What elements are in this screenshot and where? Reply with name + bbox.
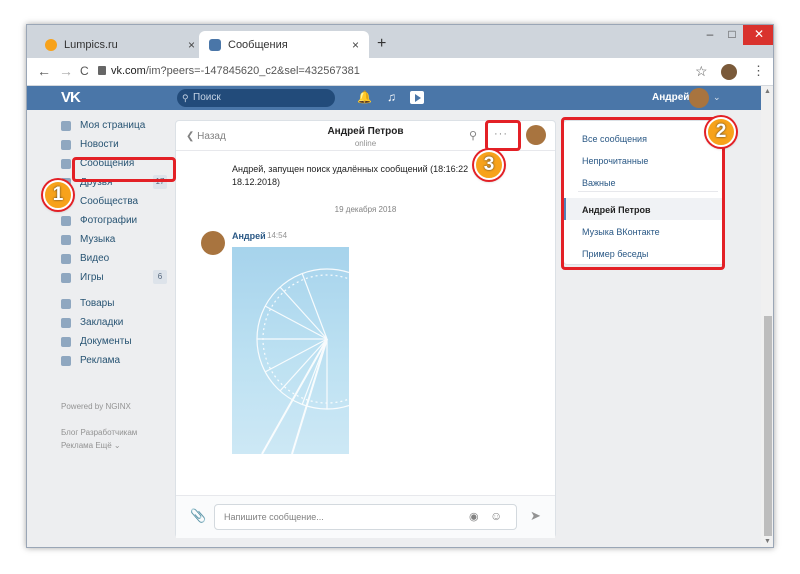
address-bar: ← → C vk.com/im?peers=-147845620_c2&sel=…	[27, 58, 773, 86]
chevron-down-icon[interactable]: ⌄	[713, 92, 721, 103]
footer-links-2[interactable]: Реклама Ещё ⌄	[61, 441, 121, 450]
star-icon	[61, 317, 71, 328]
video-icon	[61, 253, 71, 264]
sidebar-item[interactable]: Документы	[61, 332, 167, 351]
highlight-messages	[72, 157, 176, 182]
sidebar-item-label: Реклама	[80, 355, 121, 366]
sidebar-item[interactable]: Моя страница	[61, 116, 167, 135]
scroll-up-icon[interactable]: ▲	[764, 88, 771, 95]
url-path: /im?peers=-147845620_c2&sel=432567381	[145, 65, 360, 77]
ferris-wheel-image	[256, 268, 349, 454]
date-separator: 19 декабря 2018	[334, 205, 397, 214]
tab-lumpics[interactable]: Lumpics.ru ×	[35, 31, 205, 58]
message-author[interactable]: Андрей	[232, 231, 266, 241]
search-input[interactable]: ⚲ Поиск	[177, 89, 335, 107]
message-time[interactable]: 14:54	[267, 231, 287, 240]
camera-icon	[61, 215, 71, 226]
attach-icon[interactable]: 📎	[190, 508, 206, 524]
sidebar-item[interactable]: Видео	[61, 249, 167, 268]
sidebar-item[interactable]: Товары	[61, 294, 167, 313]
sidebar-item-label: Игры	[80, 272, 104, 283]
sidebar-item-label: Фотографии	[80, 215, 138, 226]
news-icon	[61, 139, 71, 150]
scroll-down-icon[interactable]: ▼	[764, 538, 771, 545]
close-window-button[interactable]: ✕	[743, 25, 773, 45]
message-composer: 📎 Напишите сообщение... ◉ ☺ ➤	[176, 495, 555, 538]
url-field[interactable]: vk.com/im?peers=-147845620_c2&sel=432567…	[111, 65, 360, 77]
send-icon[interactable]: ➤	[530, 508, 541, 524]
gamepad-icon	[61, 272, 71, 283]
sidebar-item[interactable]: Закладки	[61, 313, 167, 332]
sidebar-item[interactable]: Музыка	[61, 230, 167, 249]
profile-avatar-icon[interactable]	[721, 64, 737, 80]
bell-icon[interactable]: 🔔	[357, 90, 372, 104]
sidebar-item-label: Видео	[80, 253, 110, 264]
chat-search-icon[interactable]: ⚲	[469, 129, 477, 142]
search-placeholder: Поиск	[193, 92, 221, 103]
sidebar-item[interactable]: Игры 6	[61, 268, 167, 287]
back-arrow-icon[interactable]: ←	[37, 63, 51, 79]
close-tab-icon[interactable]: ×	[352, 38, 359, 52]
bookmark-star-icon[interactable]: ☆	[695, 63, 708, 80]
message-avatar[interactable]	[201, 231, 225, 255]
megaphone-icon	[61, 355, 71, 366]
home-icon	[61, 120, 71, 131]
camera-icon[interactable]: ◉	[469, 510, 479, 523]
sidebar-item-label: Товары	[80, 298, 115, 309]
messages-icon	[61, 158, 71, 169]
lumpics-favicon-icon	[45, 38, 57, 51]
search-icon: ⚲	[182, 93, 189, 103]
step-badge-1: 1	[43, 180, 73, 210]
chat-panel: ❮ Назад Андрей Петров online ⚲ ··· Андре…	[175, 120, 556, 538]
lock-icon	[98, 66, 106, 75]
music-note-icon[interactable]: ♫	[387, 90, 396, 104]
chat-avatar[interactable]	[526, 125, 546, 145]
new-tab-button[interactable]: +	[377, 35, 386, 53]
reload-icon[interactable]: C	[80, 64, 89, 78]
header-user-name[interactable]: Андрей	[652, 92, 689, 103]
emoji-icon[interactable]: ☺	[490, 509, 502, 523]
scrollbar-thumb[interactable]	[764, 316, 772, 536]
powered-by: Powered by NGINX	[61, 402, 131, 411]
tab-label: Lumpics.ru	[64, 38, 118, 51]
message-photo[interactable]	[232, 247, 349, 454]
play-icon[interactable]	[410, 91, 424, 104]
sidebar-item-count: 6	[153, 270, 167, 284]
vk-header: VK ⚲ Поиск 🔔 ♫ Андрей ⌄	[27, 86, 761, 110]
system-message: Андрей, запущен поиск удалённых сообщени…	[232, 164, 469, 187]
sidebar-item[interactable]: Фотографии	[61, 211, 167, 230]
forward-arrow-icon[interactable]: →	[59, 63, 73, 79]
footer-links-1[interactable]: Блог Разработчикам	[61, 428, 137, 437]
vk-logo[interactable]: VK	[61, 89, 81, 106]
music-icon	[61, 234, 71, 245]
sidebar-item-label: Закладки	[80, 317, 124, 328]
step-badge-2: 2	[706, 117, 736, 147]
tab-label: Сообщения	[228, 38, 288, 51]
highlight-folders	[561, 117, 725, 270]
highlight-more-button	[485, 120, 521, 151]
title-bar: Lumpics.ru × Сообщения × + – □ ✕	[27, 25, 773, 58]
sidebar-item-label: Моя страница	[80, 120, 146, 131]
sidebar-item[interactable]: Сообщества	[61, 192, 167, 211]
maximize-button[interactable]: □	[721, 25, 743, 45]
url-host: vk.com	[111, 65, 146, 77]
page-scrollbar[interactable]: ▲ ▼	[761, 86, 773, 547]
sidebar-item[interactable]: Реклама	[61, 351, 167, 370]
step-badge-3: 3	[474, 150, 504, 180]
vk-favicon-icon	[209, 38, 221, 51]
document-icon	[61, 336, 71, 347]
sidebar-item-label: Новости	[80, 139, 119, 150]
sidebar-item-label: Документы	[80, 336, 132, 347]
sidebar-item-label: Музыка	[80, 234, 116, 245]
minimize-button[interactable]: –	[699, 25, 721, 45]
tab-messages[interactable]: Сообщения ×	[199, 31, 369, 58]
close-tab-icon[interactable]: ×	[188, 38, 195, 52]
sidebar-item-label: Сообщества	[80, 196, 139, 207]
header-avatar[interactable]	[689, 88, 709, 108]
sidebar-item[interactable]: Новости	[61, 135, 167, 154]
browser-menu-icon[interactable]: ⋮	[752, 63, 765, 79]
bag-icon	[61, 298, 71, 309]
browser-window: Lumpics.ru × Сообщения × + – □ ✕ ← → C v…	[26, 24, 774, 548]
